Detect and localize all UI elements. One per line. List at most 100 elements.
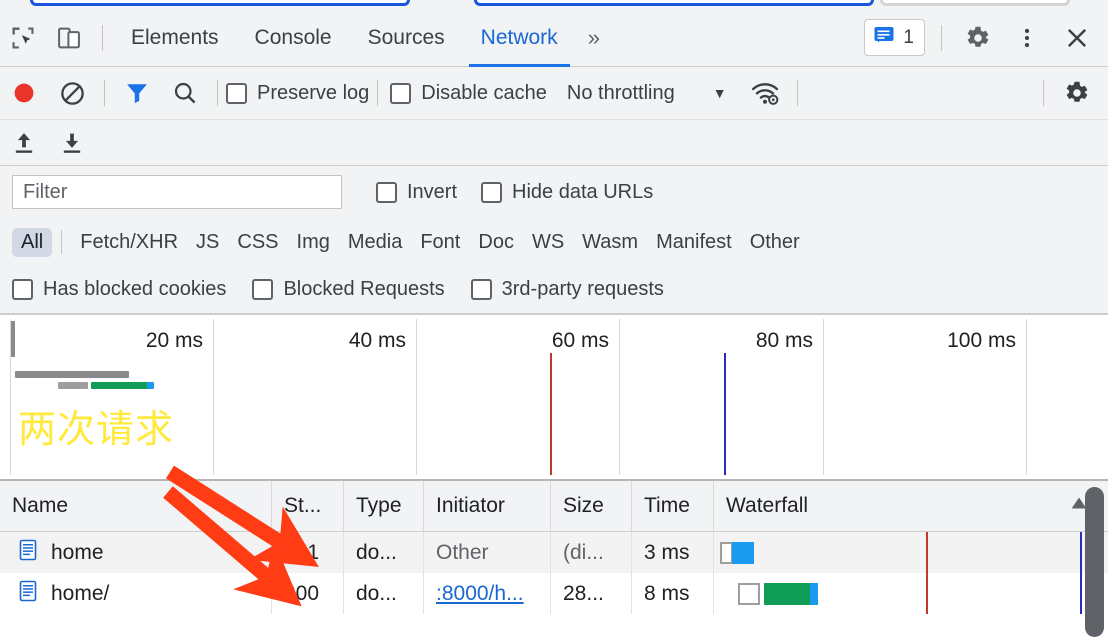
- cell-initiator[interactable]: :8000/h...: [424, 573, 551, 614]
- waterfall-download-bar-row-1: [732, 541, 754, 564]
- requests-table-header: Name St... Type Initiator Size Time Wate…: [0, 481, 1108, 532]
- has-blocked-cookies-checkbox[interactable]: Has blocked cookies: [12, 278, 226, 301]
- toolbar-divider-3: [377, 80, 379, 106]
- network-toolbar-row2: [0, 120, 1108, 166]
- network-conditions-icon[interactable]: [741, 68, 789, 118]
- invert-checkbox[interactable]: Invert: [376, 181, 457, 204]
- type-filter-css[interactable]: CSS: [228, 228, 287, 257]
- tabbar-divider-2: [941, 24, 942, 51]
- column-header-time[interactable]: Time: [632, 481, 714, 531]
- gear-icon[interactable]: [952, 14, 1002, 62]
- browser-element-1: [30, 0, 410, 6]
- cell-waterfall: [714, 573, 1108, 614]
- overview-divider-80ms: [823, 319, 824, 475]
- tab-sources[interactable]: Sources: [350, 9, 463, 67]
- tabbar-divider: [102, 24, 103, 51]
- disable-cache-checkbox[interactable]: Disable cache: [390, 82, 547, 105]
- document-icon: [16, 538, 40, 568]
- preserve-log-label: Preserve log: [257, 81, 370, 104]
- type-filter-js[interactable]: JS: [187, 228, 228, 257]
- toolbar-divider-2: [217, 80, 218, 106]
- preserve-log-checkbox[interactable]: Preserve log: [226, 82, 369, 105]
- toolbar-divider-4: [796, 80, 798, 106]
- kebab-menu-icon[interactable]: [1002, 14, 1052, 62]
- search-icon[interactable]: [161, 68, 209, 118]
- toolbar-divider-5: [1043, 80, 1044, 106]
- type-filter-ws[interactable]: WS: [523, 228, 573, 257]
- chevron-down-icon[interactable]: ▼: [713, 85, 727, 101]
- dom-content-loaded-line: [926, 573, 928, 614]
- type-filter-other[interactable]: Other: [741, 228, 809, 257]
- type-filter-img[interactable]: Img: [288, 228, 339, 257]
- vertical-scrollbar[interactable]: [1085, 487, 1104, 637]
- browser-element-3: [880, 0, 1070, 6]
- toolbar-divider-1: [104, 80, 105, 106]
- type-filter-fetch-xhr[interactable]: Fetch/XHR: [71, 228, 187, 257]
- record-button[interactable]: [0, 68, 48, 118]
- column-header-status[interactable]: St...: [272, 481, 344, 531]
- overview-bar-request-2-download: [91, 382, 153, 389]
- third-party-requests-label: 3rd-party requests: [501, 278, 664, 300]
- has-blocked-cookies-label: Has blocked cookies: [43, 278, 227, 300]
- cell-size: (di...: [551, 532, 632, 573]
- overview-bar-request-2-tip: [147, 382, 154, 389]
- waterfall-track-row-2: [714, 573, 1108, 614]
- devtools-window: Elements Console Sources Network » 1 Pre…: [0, 0, 1108, 642]
- overview-tick-80ms: 80 ms: [755, 329, 813, 352]
- overview-grid: 20 ms 40 ms 60 ms 80 ms 100 ms: [10, 319, 1108, 475]
- disable-cache-box: [390, 82, 412, 104]
- third-party-requests-checkbox[interactable]: 3rd-party requests: [470, 278, 664, 301]
- load-event-line: [724, 353, 726, 475]
- type-filter-font[interactable]: Font: [411, 228, 469, 257]
- cell-type: do...: [344, 573, 424, 614]
- column-header-name[interactable]: Name: [0, 481, 272, 531]
- device-toolbar-icon[interactable]: [46, 16, 92, 60]
- load-event-line: [1080, 573, 1082, 614]
- network-settings-gear-icon[interactable]: [1052, 68, 1100, 118]
- waterfall-download-bar-row-2: [764, 582, 812, 605]
- overview-tick-60ms: 60 ms: [551, 329, 609, 352]
- type-filter-manifest[interactable]: Manifest: [647, 228, 741, 257]
- clear-button[interactable]: [48, 68, 96, 118]
- type-filter-all[interactable]: All: [12, 227, 53, 257]
- has-blocked-cookies-box: [12, 279, 33, 300]
- inspect-element-icon[interactable]: [0, 16, 46, 60]
- overview-divider-60ms: [619, 319, 620, 475]
- filter-funnel-icon[interactable]: [113, 68, 161, 118]
- blocked-requests-checkbox[interactable]: Blocked Requests: [252, 278, 445, 301]
- close-icon[interactable]: [1052, 14, 1102, 62]
- column-header-size[interactable]: Size: [551, 481, 632, 531]
- cell-waterfall: [714, 532, 1108, 573]
- initiator-link[interactable]: :8000/h...: [436, 582, 524, 606]
- overview-divider-40ms: [416, 319, 417, 475]
- column-header-waterfall-label: Waterfall: [726, 494, 809, 517]
- cell-time: 8 ms: [632, 573, 714, 614]
- throttling-select[interactable]: No throttling: [567, 82, 675, 105]
- requests-table: Name St... Type Initiator Size Time Wate…: [0, 481, 1108, 642]
- tab-network[interactable]: Network: [463, 9, 576, 67]
- cell-status: 301: [272, 532, 344, 573]
- more-tabs-chevron-icon[interactable]: »: [576, 9, 612, 67]
- filter-input[interactable]: [12, 175, 342, 209]
- table-row[interactable]: home/ 200 do... :8000/h... 28... 8 ms: [0, 573, 1108, 614]
- column-header-type[interactable]: Type: [344, 481, 424, 531]
- invert-box: [376, 181, 397, 203]
- type-filter-wasm[interactable]: Wasm: [573, 228, 647, 257]
- tab-elements[interactable]: Elements: [113, 9, 237, 67]
- column-header-waterfall[interactable]: Waterfall: [714, 481, 1108, 531]
- cell-name[interactable]: home: [0, 532, 272, 573]
- cell-name[interactable]: home/: [0, 573, 272, 614]
- cell-size: 28...: [551, 573, 632, 614]
- table-row[interactable]: home 301 do... Other (di... 3 ms: [0, 532, 1108, 573]
- import-har-icon[interactable]: [0, 118, 48, 168]
- export-har-icon[interactable]: [48, 118, 96, 168]
- message-badge[interactable]: 1: [864, 19, 925, 56]
- hide-data-urls-checkbox[interactable]: Hide data URLs: [481, 181, 653, 204]
- tab-console[interactable]: Console: [237, 9, 350, 67]
- filter-bar: Invert Hide data URLs: [0, 166, 1108, 218]
- type-filter-media[interactable]: Media: [339, 228, 411, 257]
- column-header-initiator[interactable]: Initiator: [424, 481, 551, 531]
- blocked-requests-box: [252, 279, 274, 300]
- type-filter-doc[interactable]: Doc: [469, 228, 523, 257]
- dom-content-loaded-line: [550, 353, 552, 475]
